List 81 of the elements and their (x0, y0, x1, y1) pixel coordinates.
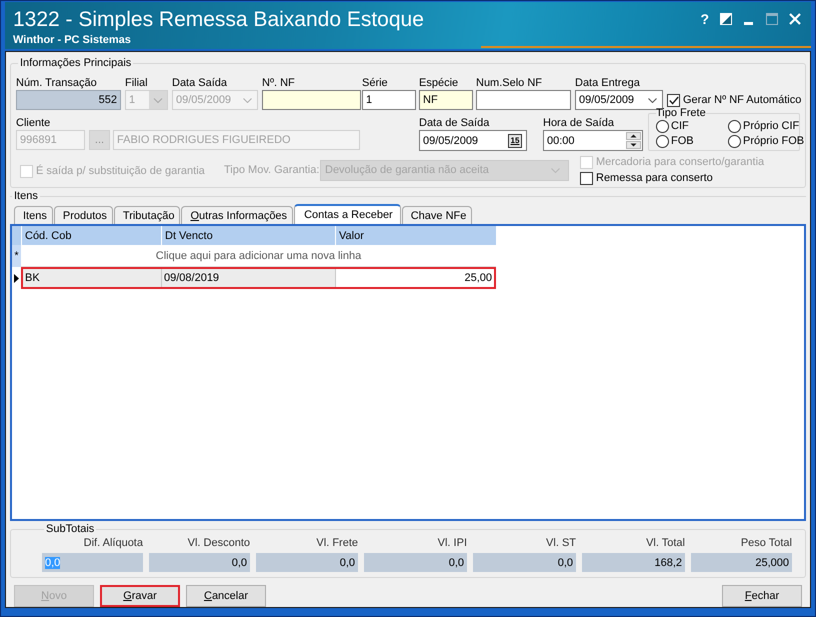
table-cell: BK (23, 269, 161, 287)
field-label: Série (362, 76, 388, 90)
input-field[interactable]: 1 (362, 90, 416, 110)
field-label: Filial (125, 76, 148, 90)
grid-corner (12, 226, 21, 245)
table-cell: 25,00 (335, 269, 494, 287)
time-field[interactable]: 00:00 (543, 130, 643, 151)
checkbox-label: Remessa para conserto (596, 171, 713, 185)
input-field[interactable]: 552 (16, 90, 121, 110)
window-subtitle: Winthor - PC Sistemas (13, 34, 132, 47)
action-button[interactable]: Gravar (100, 585, 180, 607)
spin-up-icon[interactable] (626, 132, 641, 140)
subtotal-field[interactable]: 0,0 (364, 553, 467, 572)
tab[interactable]: Tributação (114, 206, 180, 224)
radio-button[interactable] (728, 134, 741, 148)
field-label: Data de Saída (419, 116, 490, 130)
subtotal-field[interactable]: 0,0 (473, 553, 576, 572)
field-label: Tipo Mov. Garantia: (224, 164, 320, 176)
field-label: Hora de Saída (543, 116, 614, 130)
help-button[interactable]: ? (700, 12, 709, 26)
checkbox[interactable] (580, 172, 593, 184)
subtotal-field[interactable]: 168,2 (582, 553, 685, 572)
input-field[interactable] (476, 90, 571, 110)
new-row-hint[interactable]: Clique aqui para adicionar uma nova linha (21, 245, 496, 267)
calendar-button[interactable]: 15 (508, 134, 522, 148)
subtotal-label: Vl. Total (646, 536, 685, 550)
group-title: Tipo Frete (656, 107, 706, 119)
group-title: Itens (13, 189, 39, 203)
chevron-down-icon (243, 98, 252, 102)
table-row[interactable]: BK 09/08/2019 25,00 (21, 267, 496, 289)
group-title: SubTotais (45, 522, 96, 536)
field-label: Cliente (16, 116, 50, 130)
field-label: Núm. Transação (16, 76, 97, 90)
checkbox-label: É saída p/ substituição de garantia (36, 164, 205, 178)
field-label: Espécie (419, 76, 458, 90)
radio-button[interactable] (656, 134, 669, 148)
tab[interactable]: Itens (14, 206, 53, 224)
subtotal-label: Vl. ST (546, 536, 576, 550)
subtotal-label: Dif. Alíquota (84, 536, 143, 550)
date-field[interactable]: 09/05/2009 15 (419, 130, 527, 151)
tab[interactable]: Outras Informações (181, 206, 294, 224)
radio-button[interactable] (656, 120, 669, 132)
action-button[interactable]: Cancelar (186, 585, 266, 607)
field-label: Nº. NF (262, 76, 295, 90)
spin-down-icon[interactable] (626, 141, 641, 149)
window-title: 1322 - Simples Remessa Baixando Estoque (13, 7, 424, 33)
close-icon[interactable] (789, 13, 801, 25)
radio-label: CIF (671, 119, 689, 133)
subtotal-label: Peso Total (740, 536, 792, 550)
contrast-icon[interactable] (720, 13, 732, 25)
tab[interactable]: Produtos (54, 206, 113, 224)
table-cell: 09/08/2019 (161, 269, 335, 287)
radio-label: Próprio CIF (743, 119, 800, 133)
checkbox-label: Gerar Nº NF Automático (683, 93, 802, 107)
input-field[interactable]: NF (419, 90, 473, 110)
chevron-down-icon (648, 98, 657, 102)
column-header[interactable]: Valor (335, 226, 496, 245)
subtotal-label: Vl. Frete (316, 536, 358, 550)
field-label: Num.Selo NF (476, 76, 542, 90)
checkbox[interactable] (667, 94, 680, 106)
group-title: Informações Principais (19, 56, 132, 70)
new-row-marker: * (12, 245, 21, 267)
radio-label: Próprio FOB (743, 134, 804, 148)
radio-button[interactable] (728, 120, 741, 132)
radio-label: FOB (671, 134, 694, 148)
field-label: Data Entrega (575, 76, 640, 90)
column-header[interactable]: Cód. Cob (21, 226, 161, 245)
subtotal-field[interactable]: 25,000 (691, 553, 792, 572)
chevron-down-icon (551, 168, 560, 172)
subtotal-field[interactable]: 0,0 (149, 553, 250, 572)
subtotal-label: Vl. Desconto (188, 536, 250, 550)
field-label: Data Saída (172, 76, 228, 90)
tab[interactable]: Contas a Receber (294, 204, 401, 224)
tab[interactable]: Chave NFe (402, 206, 472, 224)
subtotal-label: Vl. IPI (438, 536, 467, 550)
column-header[interactable]: Dt Vencto (161, 226, 335, 245)
subtotal-field[interactable]: 0,0 (256, 553, 358, 572)
action-button[interactable]: Fechar (722, 585, 802, 607)
input-field[interactable] (262, 90, 361, 110)
checkmark-icon (668, 96, 678, 104)
checkbox-label: Mercadoria para conserto/garantia (596, 155, 764, 169)
